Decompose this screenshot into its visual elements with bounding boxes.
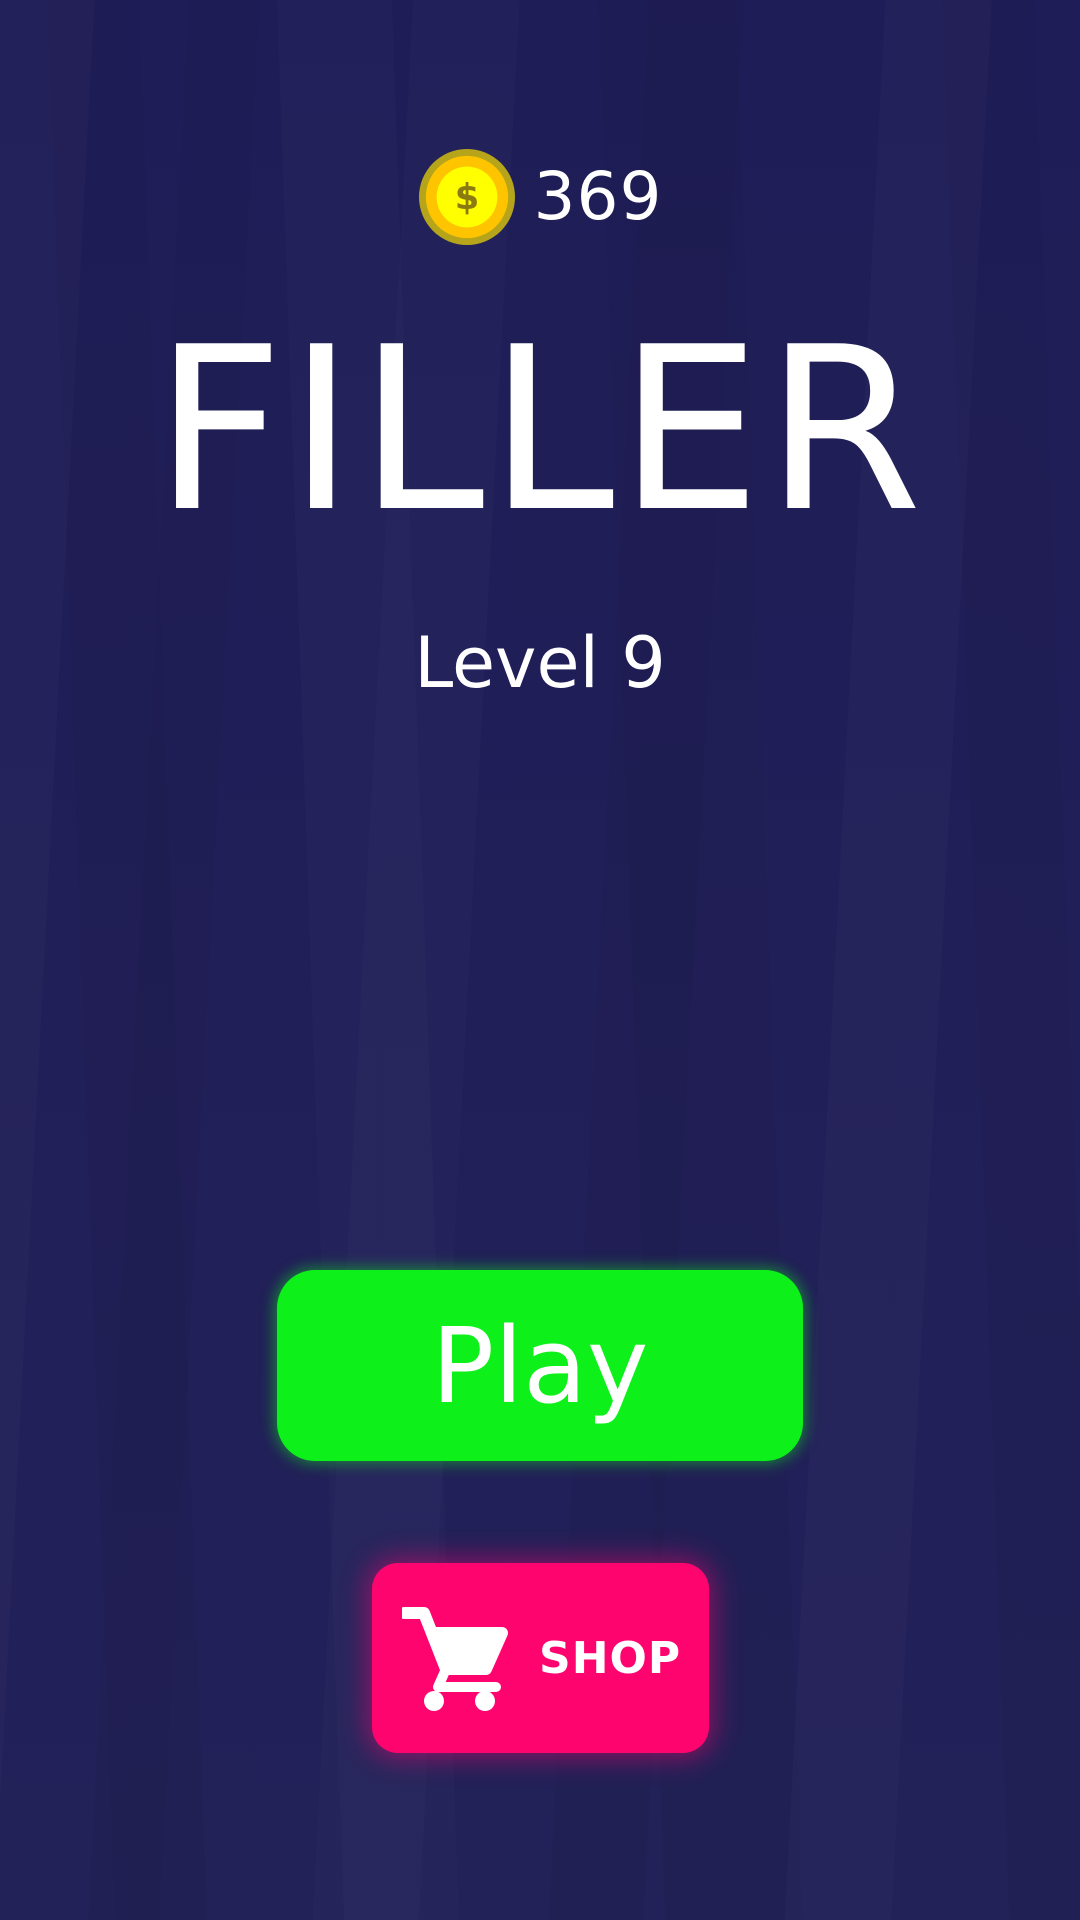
play-button[interactable]: Play <box>277 1270 803 1461</box>
coin-count: 369 <box>533 158 663 235</box>
coin-icon: $ <box>418 148 515 246</box>
level-label: Level 9 <box>414 622 666 704</box>
coin-balance: $ 369 <box>0 148 1080 246</box>
svg-text:$: $ <box>454 177 479 218</box>
shop-button[interactable]: SHOP <box>372 1563 709 1753</box>
cart-icon <box>402 1607 508 1711</box>
play-button-label: Play <box>431 1304 649 1427</box>
shop-button-label: SHOP <box>539 1632 682 1684</box>
game-title: FILLER <box>153 299 927 562</box>
